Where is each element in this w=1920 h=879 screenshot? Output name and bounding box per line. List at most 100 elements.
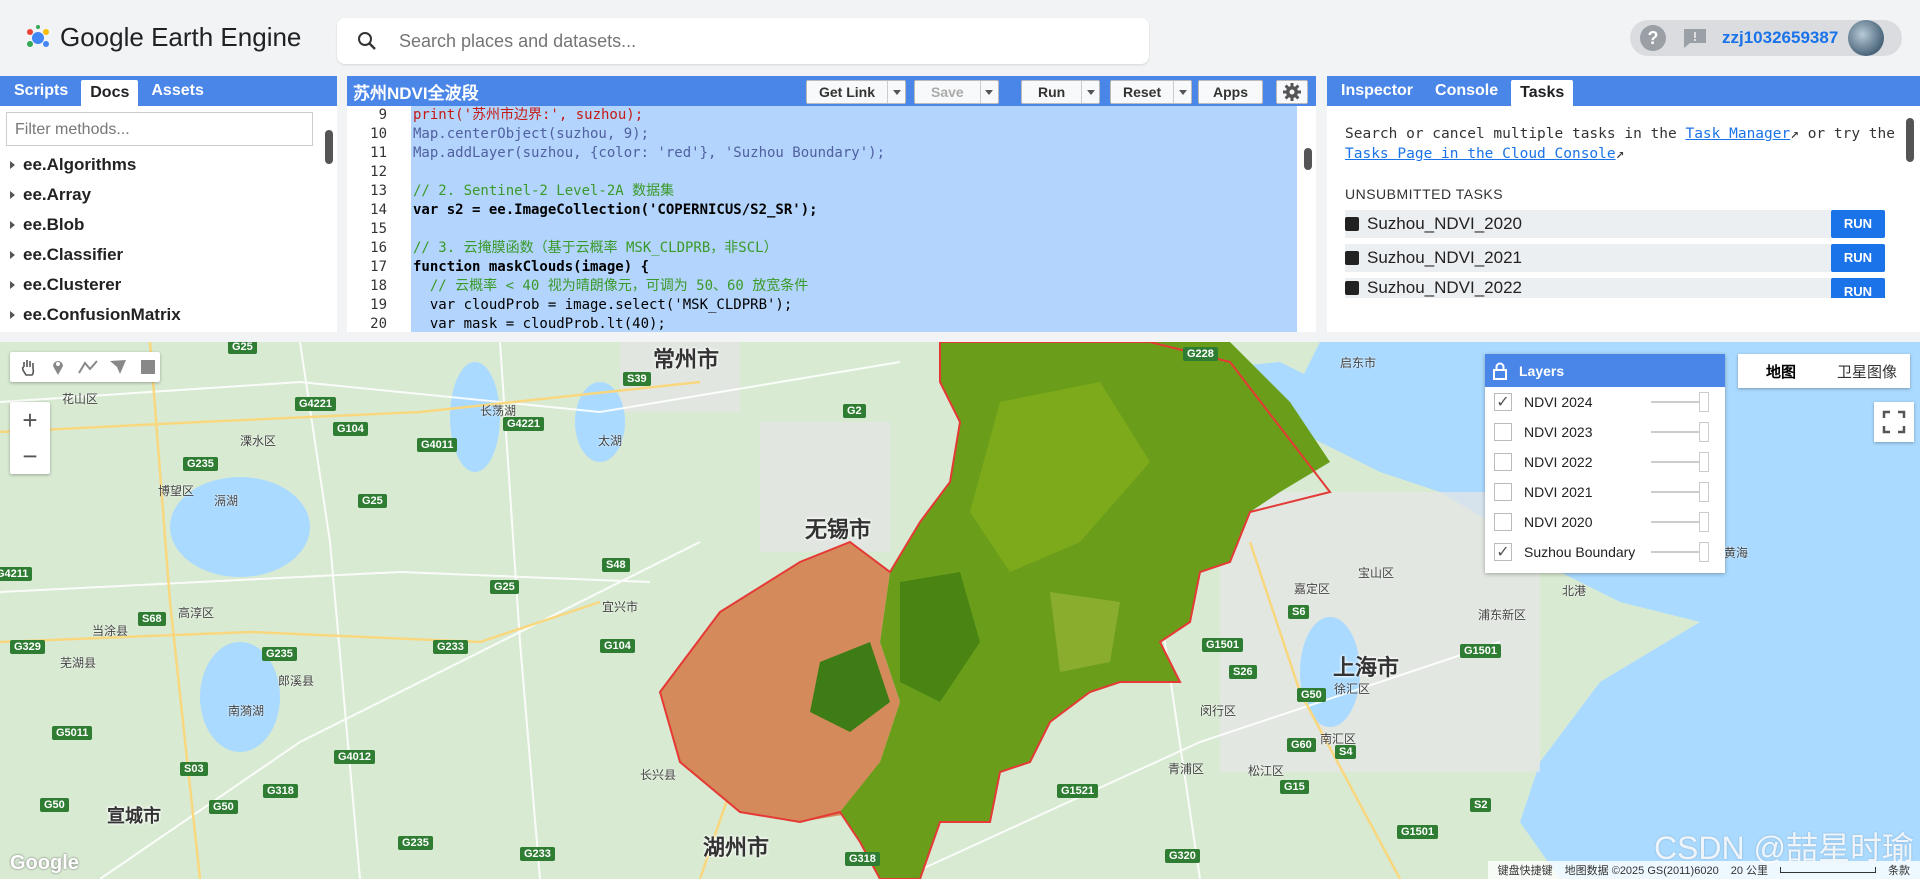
slider-thumb[interactable] <box>1699 452 1709 472</box>
method-item[interactable]: ee.Clusterer <box>10 270 337 300</box>
terms-link[interactable]: 条款 <box>1888 862 1910 878</box>
draw-line-icon[interactable] <box>76 355 100 379</box>
get-link-button[interactable]: Get Link <box>806 80 907 104</box>
opacity-slider[interactable] <box>1651 521 1705 523</box>
task-row[interactable]: Suzhou_NDVI_2022 RUN <box>1345 278 1885 298</box>
layer-row[interactable]: NDVI 2021 <box>1485 477 1725 507</box>
scrollbar-thumb[interactable] <box>325 130 333 164</box>
point-marker-icon[interactable] <box>46 355 70 379</box>
method-item[interactable]: ee.Classifier <box>10 240 337 270</box>
map-small-label: 溧水区 <box>240 434 277 448</box>
scrollbar-thumb[interactable] <box>1906 118 1914 162</box>
task-run-button[interactable]: RUN <box>1831 244 1885 272</box>
method-item[interactable]: ee.Array <box>10 180 337 210</box>
get-link-label: Get Link <box>819 84 876 100</box>
layer-row[interactable]: NDVI 2022 <box>1485 447 1725 477</box>
chevron-down-icon[interactable] <box>1081 81 1099 103</box>
slider-thumb[interactable] <box>1699 482 1709 502</box>
task-run-button[interactable]: RUN <box>1831 278 1885 298</box>
keyboard-shortcuts-link[interactable]: 键盘快捷键 <box>1498 862 1553 878</box>
hand-pan-icon[interactable] <box>16 355 40 379</box>
tab-assets[interactable]: Assets <box>142 78 212 104</box>
editor-scrollbar[interactable] <box>1302 110 1314 330</box>
tab-console[interactable]: Console <box>1426 78 1507 104</box>
save-button[interactable]: Save <box>914 80 999 104</box>
slider-thumb[interactable] <box>1699 542 1709 562</box>
tab-inspector[interactable]: Inspector <box>1332 78 1422 104</box>
scale-label[interactable]: 20 公里 <box>1731 862 1768 878</box>
highway-shield: G5011 <box>52 726 93 740</box>
tasks-scrollbar[interactable] <box>1904 112 1916 332</box>
logo[interactable]: Google Earth Engine <box>24 22 301 53</box>
chevron-down-icon[interactable] <box>1173 81 1191 103</box>
task-row[interactable]: Suzhou_NDVI_2021 RUN <box>1345 244 1885 272</box>
help-icon[interactable]: ? <box>1640 25 1666 51</box>
task-row[interactable]: Suzhou_NDVI_2020 RUN <box>1345 210 1885 238</box>
chevron-down-icon[interactable] <box>887 81 905 103</box>
tab-docs[interactable]: Docs <box>81 80 139 106</box>
task-run-button[interactable]: RUN <box>1831 210 1885 238</box>
highway-shield: S6 <box>1288 605 1310 619</box>
opacity-slider[interactable] <box>1651 401 1705 403</box>
checkbox[interactable] <box>1494 453 1512 471</box>
layer-row[interactable]: NDVI 2020 <box>1485 507 1725 537</box>
code-area[interactable]: 9 10 11 12 13 14 15 16 17 18 19 20 print… <box>347 106 1297 332</box>
run-button[interactable]: Run <box>1021 80 1101 104</box>
settings-button[interactable] <box>1276 80 1308 104</box>
panel-splitter[interactable] <box>0 332 1920 342</box>
opacity-slider[interactable] <box>1651 551 1705 553</box>
checkbox-checked[interactable]: ✓ <box>1494 393 1512 411</box>
feedback-icon[interactable] <box>1682 27 1708 49</box>
chevron-down-icon[interactable] <box>979 81 998 103</box>
draw-rectangle-icon[interactable] <box>136 355 160 379</box>
slider-thumb[interactable] <box>1699 512 1709 532</box>
lock-icon[interactable] <box>1493 362 1507 380</box>
highway-shield: G320 <box>1165 849 1200 863</box>
tab-tasks[interactable]: Tasks <box>1511 80 1574 106</box>
checkbox-checked[interactable]: ✓ <box>1494 543 1512 561</box>
script-title[interactable]: 苏州NDVI全波段 <box>353 79 479 104</box>
docs-scrollbar[interactable] <box>323 112 335 332</box>
intro-text: or try the <box>1798 126 1895 142</box>
draw-polygon-icon[interactable] <box>106 355 130 379</box>
map-view[interactable]: 常州市 无锡市 上海市 湖州市 宣城市 花山区 溧水区 博望区 高淳区 当涂县 … <box>0 342 1920 879</box>
layer-row[interactable]: ✓ Suzhou Boundary <box>1485 537 1725 567</box>
username[interactable]: zzj1032659387 <box>1722 28 1838 48</box>
google-logo[interactable]: Google <box>10 852 79 875</box>
slider-thumb[interactable] <box>1699 422 1709 442</box>
opacity-slider[interactable] <box>1651 461 1705 463</box>
task-manager-link[interactable]: Task Manager <box>1685 126 1790 142</box>
tasks-page-link[interactable]: Tasks Page in the Cloud Console <box>1345 146 1616 162</box>
map-type-roadmap[interactable]: 地图 <box>1738 354 1824 388</box>
scrollbar-thumb[interactable] <box>1304 148 1312 170</box>
layers-header[interactable]: Layers <box>1485 354 1725 387</box>
gear-icon <box>1283 83 1301 101</box>
opacity-slider[interactable] <box>1651 431 1705 433</box>
highway-shield: G1501 <box>1202 638 1244 652</box>
avatar[interactable] <box>1848 20 1885 56</box>
search-bar[interactable] <box>337 18 1149 64</box>
filter-methods-input[interactable]: Filter methods... <box>6 112 313 146</box>
opacity-slider[interactable] <box>1651 491 1705 493</box>
fullscreen-button[interactable] <box>1874 402 1914 442</box>
method-item[interactable]: ee.ConfusionMatrix <box>10 300 337 330</box>
checkbox[interactable] <box>1494 423 1512 441</box>
map-type-satellite[interactable]: 卫星图像 <box>1824 354 1910 388</box>
checkbox[interactable] <box>1494 513 1512 531</box>
method-item[interactable]: ee.Algorithms <box>10 150 337 180</box>
search-input[interactable] <box>399 30 1099 52</box>
layer-row[interactable]: ✓ NDVI 2024 <box>1485 387 1725 417</box>
zoom-in-button[interactable]: + <box>10 402 50 438</box>
tab-scripts[interactable]: Scripts <box>5 78 77 104</box>
highway-shield: S03 <box>180 762 208 776</box>
apps-button[interactable]: Apps <box>1198 80 1263 104</box>
code-lines[interactable]: print('苏州市边界:', suzhou); Map.centerObjec… <box>411 106 1297 332</box>
run-label: Run <box>1038 84 1066 100</box>
slider-thumb[interactable] <box>1699 392 1709 412</box>
checkbox[interactable] <box>1494 483 1512 501</box>
zoom-out-button[interactable]: − <box>10 438 50 474</box>
layer-row[interactable]: NDVI 2023 <box>1485 417 1725 447</box>
method-item[interactable]: ee.Blob <box>10 210 337 240</box>
reset-button[interactable]: Reset <box>1110 80 1193 104</box>
map-label-wuxi: 无锡市 <box>805 517 872 542</box>
